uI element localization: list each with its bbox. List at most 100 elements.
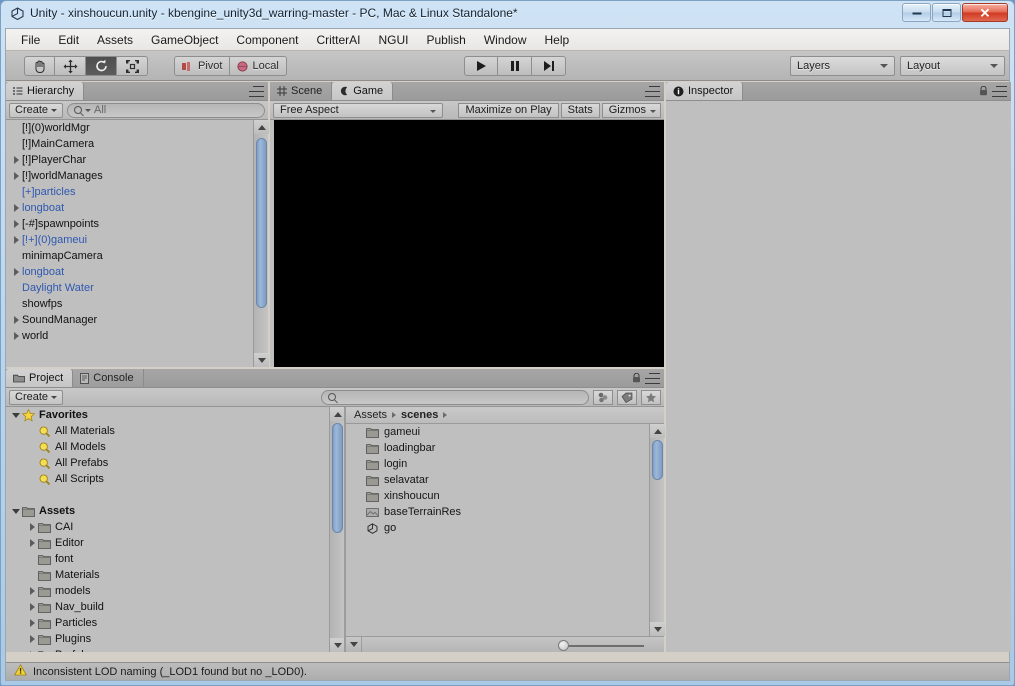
- rotate-tool-button[interactable]: [86, 56, 117, 76]
- hierarchy-item[interactable]: minimapCamera: [6, 248, 268, 264]
- hierarchy-menu-icon[interactable]: [249, 86, 264, 97]
- expand-arrow-icon[interactable]: [26, 603, 38, 611]
- project-tree-scrollbar[interactable]: [329, 407, 345, 652]
- breadcrumb-assets[interactable]: Assets: [354, 409, 387, 421]
- expand-arrow-icon[interactable]: [26, 523, 38, 531]
- hierarchy-item[interactable]: longboat: [6, 264, 268, 280]
- expand-arrow-icon[interactable]: [10, 204, 22, 212]
- expand-arrow-icon[interactable]: [10, 172, 22, 180]
- hierarchy-item[interactable]: [!]worldManages: [6, 168, 268, 184]
- game-viewport[interactable]: [274, 120, 664, 367]
- menu-edit[interactable]: Edit: [49, 30, 88, 50]
- filelist-collapse-button[interactable]: [346, 636, 362, 652]
- expand-arrow-icon[interactable]: [10, 220, 22, 228]
- hierarchy-item[interactable]: Daylight Water: [6, 280, 268, 296]
- file-list-item[interactable]: xinshoucun: [346, 488, 649, 504]
- filter-by-label-button[interactable]: [617, 389, 637, 405]
- tab-project[interactable]: Project: [6, 369, 74, 387]
- menu-critterai[interactable]: CritterAI: [307, 30, 369, 50]
- project-tree-scroll-thumb[interactable]: [332, 423, 343, 533]
- hierarchy-scrollbar[interactable]: [253, 120, 269, 367]
- project-tree-item[interactable]: font: [6, 551, 329, 567]
- hierarchy-item[interactable]: [!](0)worldMgr: [6, 120, 268, 136]
- menu-publish[interactable]: Publish: [417, 30, 474, 50]
- project-tree-item[interactable]: Materials: [6, 567, 329, 583]
- expand-arrow-icon[interactable]: [10, 508, 22, 514]
- project-tree-item[interactable]: Prefabs: [6, 647, 329, 652]
- expand-arrow-icon[interactable]: [26, 587, 38, 595]
- scroll-down-icon[interactable]: [330, 638, 345, 652]
- project-tree-item[interactable]: Assets: [6, 503, 329, 519]
- menu-help[interactable]: Help: [536, 30, 579, 50]
- file-list-item[interactable]: selavatar: [346, 472, 649, 488]
- expand-arrow-icon[interactable]: [10, 412, 22, 418]
- play-button[interactable]: [464, 56, 498, 76]
- scroll-up-icon[interactable]: [330, 407, 345, 421]
- layers-dropdown[interactable]: Layers: [790, 56, 895, 76]
- layout-dropdown[interactable]: Layout: [900, 56, 1005, 76]
- scale-tool-button[interactable]: [117, 56, 148, 76]
- project-tree-item[interactable]: [6, 487, 329, 503]
- menu-file[interactable]: File: [12, 30, 49, 50]
- file-list-item[interactable]: loadingbar: [346, 440, 649, 456]
- file-list[interactable]: gameui loadingbar login selavatar xinshoucun…: [346, 424, 649, 636]
- project-search-input[interactable]: [321, 389, 589, 405]
- status-bar[interactable]: Inconsistent LOD naming (_LOD1 found but…: [6, 662, 1009, 680]
- project-tree-item[interactable]: Nav_build: [6, 599, 329, 615]
- file-list-item[interactable]: gameui: [346, 424, 649, 440]
- hierarchy-item[interactable]: [+]particles: [6, 184, 268, 200]
- slider-knob[interactable]: [558, 640, 569, 651]
- step-button[interactable]: [532, 56, 566, 76]
- project-tree-item[interactable]: Editor: [6, 535, 329, 551]
- expand-arrow-icon[interactable]: [10, 236, 22, 244]
- hierarchy-search-input[interactable]: All: [67, 102, 265, 118]
- local-toggle-button[interactable]: Local: [230, 56, 287, 76]
- menu-assets[interactable]: Assets: [88, 30, 142, 50]
- expand-arrow-icon[interactable]: [10, 316, 22, 324]
- tab-inspector[interactable]: Inspector: [666, 82, 744, 100]
- tab-hierarchy[interactable]: Hierarchy: [6, 82, 85, 100]
- gizmos-button[interactable]: Gizmos: [601, 102, 661, 118]
- pause-button[interactable]: [498, 56, 532, 76]
- menu-component[interactable]: Component: [227, 30, 307, 50]
- menu-window[interactable]: Window: [475, 30, 536, 50]
- project-tree-item[interactable]: All Prefabs: [6, 455, 329, 471]
- expand-arrow-icon[interactable]: [26, 651, 38, 652]
- filelist-scrollbar[interactable]: [649, 424, 665, 636]
- scroll-down-icon[interactable]: [254, 353, 269, 367]
- hierarchy-item[interactable]: world: [6, 328, 268, 344]
- pivot-toggle-button[interactable]: Pivot: [174, 56, 231, 76]
- hierarchy-list[interactable]: [!](0)worldMgr [!]MainCamera [!]PlayerChar…: [6, 120, 268, 367]
- file-list-item[interactable]: go: [346, 520, 649, 536]
- file-list-item[interactable]: baseTerrainRes: [346, 504, 649, 520]
- hierarchy-item[interactable]: SoundManager: [6, 312, 268, 328]
- lock-icon[interactable]: [979, 85, 988, 96]
- menu-gameobject[interactable]: GameObject: [142, 30, 227, 50]
- file-list-item[interactable]: login: [346, 456, 649, 472]
- hierarchy-scroll-thumb[interactable]: [256, 138, 267, 308]
- hierarchy-item[interactable]: longboat: [6, 200, 268, 216]
- hierarchy-item[interactable]: [-#]spawnpoints: [6, 216, 268, 232]
- project-tree-item[interactable]: CAI: [6, 519, 329, 535]
- stats-button[interactable]: Stats: [560, 102, 600, 118]
- filter-by-type-button[interactable]: [593, 389, 613, 405]
- project-tree-item[interactable]: Plugins: [6, 631, 329, 647]
- expand-arrow-icon[interactable]: [26, 539, 38, 547]
- maximize-on-play-button[interactable]: Maximize on Play: [458, 102, 559, 118]
- expand-arrow-icon[interactable]: [10, 332, 22, 340]
- favorites-button[interactable]: [641, 389, 661, 405]
- inspector-menu-icon[interactable]: [992, 86, 1007, 97]
- menu-ngui[interactable]: NGUI: [369, 30, 417, 50]
- project-tree-item[interactable]: All Materials: [6, 423, 329, 439]
- maximize-button[interactable]: [932, 3, 961, 22]
- aspect-dropdown[interactable]: Free Aspect: [273, 102, 443, 118]
- scroll-down-icon[interactable]: [650, 622, 665, 636]
- expand-arrow-icon[interactable]: [10, 156, 22, 164]
- project-lock-icon[interactable]: [632, 372, 641, 383]
- project-tree-item[interactable]: Particles: [6, 615, 329, 631]
- hierarchy-item[interactable]: [!+](0)gameui: [6, 232, 268, 248]
- scroll-up-icon[interactable]: [254, 120, 269, 134]
- project-tree-item[interactable]: All Models: [6, 439, 329, 455]
- expand-arrow-icon[interactable]: [26, 619, 38, 627]
- project-tree-item[interactable]: All Scripts: [6, 471, 329, 487]
